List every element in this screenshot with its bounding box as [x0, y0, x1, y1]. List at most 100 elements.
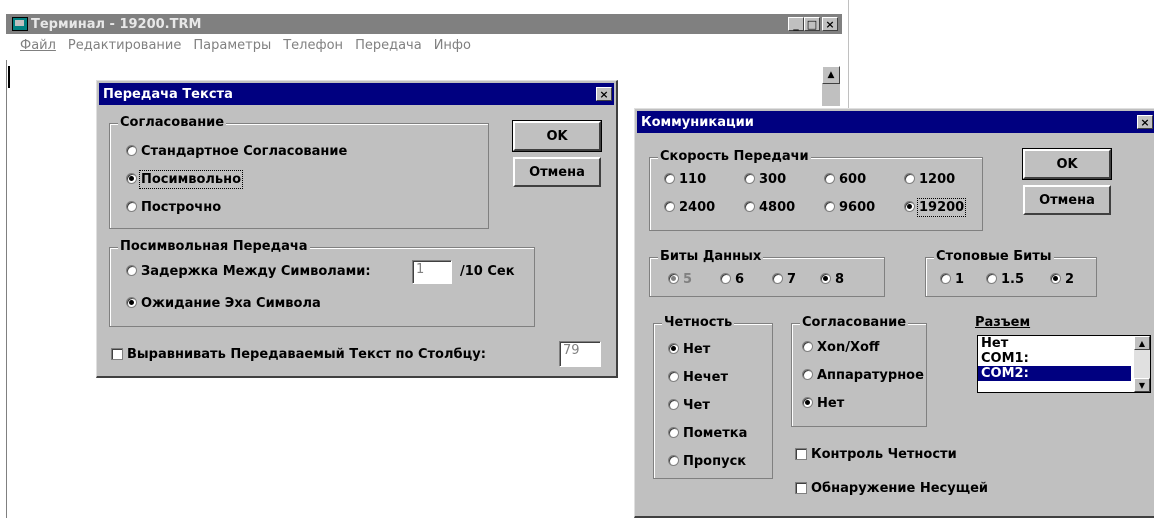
menu-phone[interactable]: Телефон: [283, 38, 343, 58]
wrap-column-input[interactable]: 79: [559, 341, 601, 367]
radio-selected-icon: [668, 343, 679, 354]
radio-icon: [744, 173, 755, 184]
maximize-button[interactable]: □: [804, 17, 820, 31]
flow-control-group: Согласование Стандартное Согласование По…: [109, 115, 489, 229]
menu-bar: Файл Редактирование Параметры Телефон Пе…: [6, 38, 842, 58]
radio-selected-icon: [802, 397, 813, 408]
radio-databits-5[interactable]: 5: [668, 272, 692, 287]
radio-icon: [126, 265, 137, 276]
radio-flow-hardware[interactable]: Аппаратурное: [802, 368, 924, 383]
radio-icon: [772, 273, 783, 284]
text-cursor: [8, 66, 10, 88]
radio-icon: [720, 273, 731, 284]
text-transfer-close-button[interactable]: ×: [596, 87, 612, 101]
radio-databits-6[interactable]: 6: [720, 272, 744, 287]
radio-baud-600[interactable]: 600: [824, 172, 866, 187]
radio-databits-7[interactable]: 7: [772, 272, 796, 287]
radio-flow-xon-xoff[interactable]: Xon/Xoff: [802, 340, 879, 355]
parity-group: Четность Нет Нечет Чет Пометка Пропуск: [653, 315, 773, 479]
scroll-down-icon[interactable]: ▼: [1134, 378, 1150, 392]
menu-transfer[interactable]: Передача: [355, 38, 422, 58]
radio-icon: [802, 341, 813, 352]
text-transfer-title: Передача Текста: [103, 86, 233, 102]
terminal-left-border: [6, 60, 7, 518]
vertical-scrollbar[interactable]: ▲: [822, 66, 840, 106]
radio-selected-icon: [904, 201, 915, 212]
minimize-button[interactable]: _: [788, 17, 804, 31]
port-listbox-scrollbar[interactable]: ▲ ▼: [1134, 336, 1150, 392]
baud-rate-group: Скорость Передачи 110 300 600 1200 2400 …: [649, 149, 983, 231]
radio-icon: [744, 201, 755, 212]
char-delay-unit: /10 Сек: [460, 264, 515, 279]
port-listbox[interactable]: Нет COM1: COM2: ▲ ▼: [977, 335, 1151, 393]
radio-parity-mark[interactable]: Пометка: [668, 426, 747, 441]
radio-baud-19200[interactable]: 19200: [904, 198, 967, 217]
radio-parity-space[interactable]: Пропуск: [668, 454, 746, 469]
radio-parity-none[interactable]: Нет: [668, 342, 710, 357]
radio-char-delay[interactable]: Задержка Между Символами:: [126, 264, 371, 279]
radio-parity-odd[interactable]: Нечет: [668, 370, 728, 385]
radio-line-by-line[interactable]: Построчно: [126, 200, 221, 215]
radio-selected-icon: [126, 297, 137, 308]
terminal-title: Терминал - 19200.TRM: [31, 16, 202, 32]
data-bits-group: Биты Данных 5 6 7 8: [649, 249, 885, 297]
radio-parity-even[interactable]: Чет: [668, 398, 710, 413]
radio-baud-1200[interactable]: 1200: [904, 172, 955, 187]
port-item-com2[interactable]: COM2:: [978, 366, 1131, 381]
menu-file[interactable]: Файл: [20, 38, 56, 58]
checkbox-icon: [111, 348, 123, 360]
checkbox-icon: [795, 482, 807, 494]
radio-icon: [824, 201, 835, 212]
menu-info[interactable]: Инфо: [434, 38, 471, 58]
radio-icon: [668, 455, 679, 466]
char-transfer-group: Посимвольная Передача Задержка Между Сим…: [109, 239, 535, 327]
menu-settings[interactable]: Параметры: [193, 38, 271, 58]
baud-rate-group-title: Скорость Передачи: [658, 149, 811, 164]
radio-flow-none[interactable]: Нет: [802, 396, 844, 411]
radio-icon: [668, 273, 679, 284]
radio-icon: [904, 173, 915, 184]
radio-stopbits-1-5[interactable]: 1.5: [986, 272, 1024, 287]
checkbox-parity-check[interactable]: Контроль Четности: [795, 447, 957, 462]
port-item-com1[interactable]: COM1:: [978, 351, 1150, 366]
menu-edit[interactable]: Редактирование: [68, 38, 181, 58]
checkbox-word-wrap[interactable]: Выравнивать Передаваемый Текст по Столбц…: [111, 347, 486, 362]
radio-icon: [126, 145, 137, 156]
radio-baud-2400[interactable]: 2400: [664, 200, 715, 215]
radio-baud-4800[interactable]: 4800: [744, 200, 795, 215]
terminal-app-icon: [12, 17, 28, 31]
scroll-up-icon[interactable]: ▲: [1134, 336, 1150, 350]
radio-icon: [668, 427, 679, 438]
parity-group-title: Четность: [662, 315, 735, 330]
port-item-none[interactable]: Нет: [978, 336, 1150, 351]
radio-baud-300[interactable]: 300: [744, 172, 786, 187]
text-transfer-cancel-button[interactable]: Отмена: [513, 157, 601, 187]
radio-databits-8[interactable]: 8: [820, 272, 844, 287]
radio-icon: [664, 201, 675, 212]
radio-wait-echo[interactable]: Ожидание Эха Символа: [126, 296, 321, 311]
checkbox-icon: [795, 448, 807, 460]
comm-flow-control-group: Согласование Xon/Xoff Аппаратурное Нет: [791, 315, 927, 427]
radio-standard-flow[interactable]: Стандартное Согласование: [126, 144, 347, 159]
char-delay-input[interactable]: 1: [412, 260, 452, 284]
text-transfer-ok-button[interactable]: OK: [512, 120, 602, 152]
communications-close-button[interactable]: ×: [1137, 115, 1153, 129]
port-label: Разъем: [975, 315, 1031, 330]
radio-icon: [126, 201, 137, 212]
communications-ok-button[interactable]: OK: [1022, 148, 1112, 180]
radio-icon: [664, 173, 675, 184]
communications-dialog: Коммуникации × Скорость Передачи 110 300…: [634, 108, 1154, 518]
communications-cancel-button[interactable]: Отмена: [1023, 185, 1111, 215]
checkbox-carrier-detect[interactable]: Обнаружение Несущей: [795, 481, 988, 496]
radio-icon: [802, 369, 813, 380]
char-transfer-group-title: Посимвольная Передача: [118, 239, 310, 254]
scroll-up-icon[interactable]: ▲: [822, 66, 840, 84]
radio-baud-9600[interactable]: 9600: [824, 200, 875, 215]
radio-baud-110[interactable]: 110: [664, 172, 706, 187]
radio-stopbits-2[interactable]: 2: [1050, 272, 1074, 287]
radio-icon: [940, 273, 951, 284]
close-button[interactable]: ×: [822, 17, 838, 31]
stop-bits-group: Стоповые Биты 1 1.5 2: [925, 249, 1097, 297]
radio-char-by-char[interactable]: Посимвольно: [126, 170, 244, 189]
radio-stopbits-1[interactable]: 1: [940, 272, 964, 287]
